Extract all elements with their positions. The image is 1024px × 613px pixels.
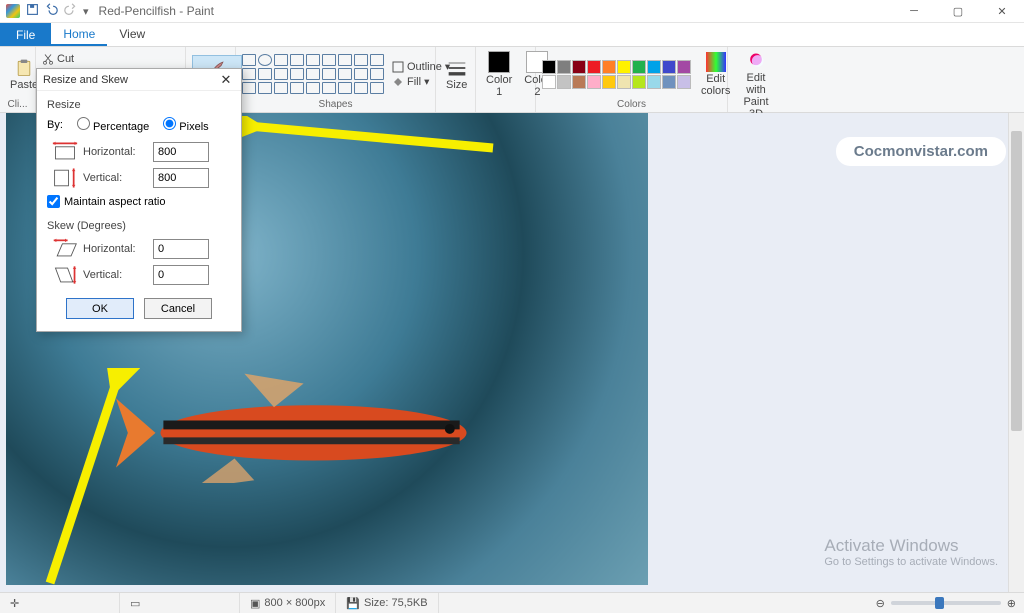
tab-view[interactable]: View (107, 23, 157, 46)
skew-vertical-icon (47, 264, 83, 286)
palette-swatch[interactable] (557, 60, 571, 74)
palette-swatch[interactable] (557, 75, 571, 89)
resize-vertical-input[interactable] (153, 168, 209, 188)
colors-group-label: Colors (542, 99, 721, 110)
palette-swatch[interactable] (677, 60, 691, 74)
palette-swatch[interactable] (572, 75, 586, 89)
watermark-badge: Cocmonvistar.com (836, 137, 1006, 166)
vertical-scrollbar[interactable] (1008, 113, 1024, 592)
palette-swatch[interactable] (632, 75, 646, 89)
ok-button[interactable]: OK (66, 298, 134, 319)
cancel-button[interactable]: Cancel (144, 298, 212, 319)
selection-icon: ▭ (130, 597, 140, 610)
cursor-icon: ✛ (10, 597, 19, 610)
resize-vertical-label: Vertical: (83, 172, 153, 184)
resize-horizontal-input[interactable] (153, 142, 209, 162)
window-titlebar: ▾ Red-Pencilfish - Paint ─ ▢ ✕ (0, 0, 1024, 23)
skew-group-label: Skew (Degrees) (47, 220, 231, 232)
clipboard-group-label: Cli... (6, 99, 29, 110)
palette-swatch[interactable] (647, 75, 661, 89)
palette-swatch[interactable] (587, 75, 601, 89)
zoom-out-icon[interactable]: ⊖ (876, 597, 885, 610)
annotation-arrow-bottom (40, 368, 140, 588)
status-selection: ▭ (120, 593, 240, 613)
zoom-slider[interactable] (891, 601, 1001, 605)
color-palette[interactable] (542, 60, 691, 89)
palette-swatch[interactable] (632, 60, 646, 74)
zoom-in-icon[interactable]: ⊕ (1007, 597, 1016, 610)
percentage-radio[interactable]: Percentage (77, 117, 149, 133)
palette-swatch[interactable] (677, 75, 691, 89)
skew-horizontal-label: Horizontal: (83, 243, 153, 255)
save-icon[interactable] (26, 3, 39, 19)
resize-horizontal-label: Horizontal: (83, 146, 153, 158)
palette-swatch[interactable] (662, 75, 676, 89)
resize-skew-dialog: Resize and Skew ✕ Resize By: Percentage … (36, 68, 242, 332)
window-title: Red-Pencilfish - Paint (95, 4, 892, 18)
palette-swatch[interactable] (602, 60, 616, 74)
resize-group-label: Resize (47, 99, 231, 111)
resize-horizontal-icon (47, 141, 83, 163)
palette-swatch[interactable] (617, 60, 631, 74)
dialog-titlebar[interactable]: Resize and Skew ✕ (37, 69, 241, 91)
shapes-group-label: Shapes (242, 99, 429, 110)
resize-vertical-icon (47, 167, 83, 189)
close-button[interactable]: ✕ (980, 0, 1024, 23)
palette-swatch[interactable] (662, 60, 676, 74)
qat-customize-icon[interactable]: ▾ (83, 5, 89, 18)
paste-label: Paste (10, 79, 38, 91)
minimize-button[interactable]: ─ (892, 0, 936, 23)
size-button[interactable]: Size (442, 56, 471, 93)
dialog-close-icon[interactable]: ✕ (217, 72, 235, 88)
scrollbar-thumb[interactable] (1011, 131, 1022, 431)
shapes-gallery[interactable] (242, 54, 384, 94)
skew-horizontal-input[interactable] (153, 239, 209, 259)
undo-icon[interactable] (45, 3, 58, 19)
palette-swatch[interactable] (647, 60, 661, 74)
zoom-control[interactable]: ⊖ ⊕ (868, 597, 1024, 610)
palette-swatch[interactable] (617, 75, 631, 89)
canvas-image-fish (116, 363, 511, 483)
pixels-radio[interactable]: Pixels (163, 117, 208, 133)
paint3d-button[interactable]: Edit with Paint 3D (734, 49, 778, 122)
palette-swatch[interactable] (542, 75, 556, 89)
palette-swatch[interactable] (602, 75, 616, 89)
redo-icon[interactable] (64, 3, 77, 19)
maintain-aspect-checkbox[interactable]: Maintain aspect ratio (47, 195, 231, 208)
status-bar: ✛ ▭ ▣ 800 × 800px 💾 Size: 75,5KB ⊖ ⊕ (0, 592, 1024, 613)
dialog-title: Resize and Skew (43, 74, 128, 86)
annotation-arrow-top (218, 116, 498, 156)
quick-access-toolbar: ▾ (0, 3, 95, 19)
tab-file[interactable]: File (0, 23, 51, 46)
activate-windows-watermark: Activate Windows Go to Settings to activ… (824, 536, 998, 568)
palette-swatch[interactable] (587, 60, 601, 74)
palette-swatch[interactable] (572, 60, 586, 74)
cut-button[interactable]: Cut (42, 53, 74, 65)
app-icon (6, 4, 20, 18)
color1-button[interactable]: Color 1 (482, 49, 516, 100)
disk-icon: 💾 (346, 597, 360, 610)
skew-horizontal-icon (47, 238, 83, 260)
maximize-button[interactable]: ▢ (936, 0, 980, 23)
ribbon-tabs: File Home View (0, 23, 1024, 47)
tab-home[interactable]: Home (51, 23, 107, 46)
palette-swatch[interactable] (542, 60, 556, 74)
by-label: By: (47, 119, 63, 131)
zoom-slider-thumb[interactable] (935, 597, 944, 609)
status-dimensions: ▣ 800 × 800px (240, 593, 336, 613)
status-cursor-pos: ✛ (0, 593, 120, 613)
dimensions-icon: ▣ (250, 597, 260, 610)
skew-vertical-input[interactable] (153, 265, 209, 285)
skew-vertical-label: Vertical: (83, 269, 153, 281)
status-filesize: 💾 Size: 75,5KB (336, 593, 438, 613)
